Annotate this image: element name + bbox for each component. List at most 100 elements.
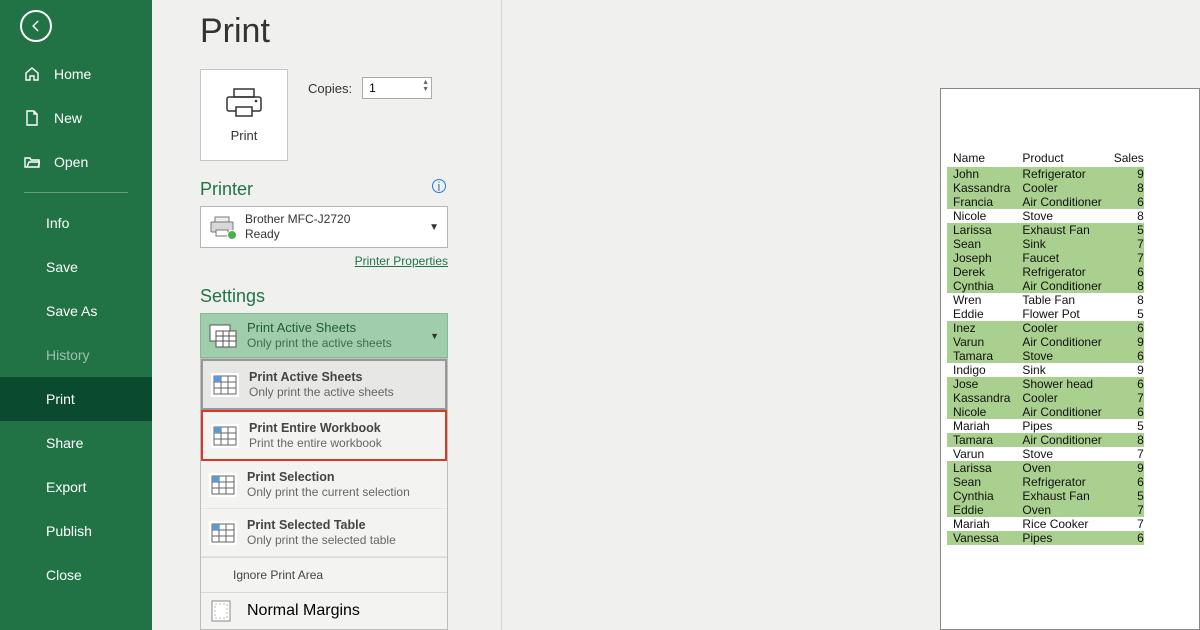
print-button-label: Print (231, 128, 258, 143)
option-title: Print Active Sheets (249, 369, 394, 385)
print-button[interactable]: Print (200, 69, 288, 161)
preview-row: TamaraStove6 (947, 349, 1144, 363)
print-what-selected-title: Print Active Sheets (247, 320, 392, 336)
preview-row: EddieOven7 (947, 503, 1144, 517)
preview-table: NameProductSales JohnRefrigerator9Kassan… (947, 149, 1144, 545)
preview-header: Product (1016, 149, 1107, 167)
preview-row: KassandraCooler7 (947, 391, 1144, 405)
sidebar-item-label: Close (46, 567, 82, 583)
print-what-option-print-active-sheets[interactable]: Print Active SheetsOnly print the active… (201, 359, 447, 410)
print-what-option-print-selection[interactable]: Print SelectionOnly print the current se… (201, 461, 447, 509)
preview-row: KassandraCooler8 (947, 181, 1144, 195)
sidebar-item-share[interactable]: Share (0, 421, 152, 465)
preview-row: SeanSink7 (947, 237, 1144, 251)
backstage-sidebar: Home New Open Info Save Save As History Print S… (0, 0, 152, 630)
open-icon (24, 154, 40, 170)
sidebar-item-label: Save As (46, 303, 97, 319)
arrow-left-icon (29, 19, 43, 33)
sidebar-item-publish[interactable]: Publish (0, 509, 152, 553)
preview-row: CynthiaExhaust Fan5 (947, 489, 1144, 503)
preview-row: TamaraAir Conditioner8 (947, 433, 1144, 447)
sidebar-item-label: Publish (46, 523, 92, 539)
preview-row: MariahRice Cooker7 (947, 517, 1144, 531)
print-what-dropdown[interactable]: Print Active Sheets Only print the activ… (200, 313, 448, 358)
sidebar-item-label: Print (46, 391, 75, 407)
option-title: Print Selected Table (247, 517, 396, 533)
sidebar-item-print[interactable]: Print (0, 377, 152, 421)
sidebar-item-label: History (46, 347, 90, 363)
sidebar-item-label: Save (46, 259, 78, 275)
printer-icon (224, 88, 264, 118)
preview-row: VarunAir Conditioner9 (947, 335, 1144, 349)
new-icon (24, 110, 40, 126)
sidebar-item-label: Home (54, 66, 91, 82)
sidebar-item-new[interactable]: New (0, 96, 152, 140)
preview-row: EddieFlower Pot5 (947, 307, 1144, 321)
printer-properties-link[interactable]: Printer Properties (200, 254, 448, 268)
copies-value: 1 (369, 81, 376, 95)
preview-row: IndigoSink9 (947, 363, 1144, 377)
sheets-icon (209, 324, 237, 348)
printer-device-icon (209, 216, 235, 238)
sidebar-item-save[interactable]: Save (0, 245, 152, 289)
preview-row: NicoleAir Conditioner6 (947, 405, 1144, 419)
option-title: Print Entire Workbook (249, 420, 382, 436)
preview-row: DerekRefrigerator6 (947, 265, 1144, 279)
printer-name: Brother MFC-J2720 (245, 212, 350, 227)
preview-row: MariahPipes5 (947, 419, 1144, 433)
preview-row: VanessaPipes6 (947, 531, 1144, 545)
sidebar-item-label: Open (54, 154, 88, 170)
preview-row: SeanRefrigerator6 (947, 475, 1144, 489)
preview-row: JohnRefrigerator9 (947, 167, 1144, 181)
margins-label: Normal Margins (247, 602, 360, 620)
sidebar-item-export[interactable]: Export (0, 465, 152, 509)
page-title: Print (200, 12, 1152, 51)
back-button[interactable] (20, 10, 52, 42)
preview-row: NicoleStove8 (947, 209, 1144, 223)
chevron-down-icon: ▼ (430, 331, 439, 341)
preview-row: InezCooler6 (947, 321, 1144, 335)
sidebar-item-label: New (54, 110, 82, 126)
margins-item-partial[interactable]: Normal Margins (201, 592, 447, 629)
sidebar-item-save-as[interactable]: Save As (0, 289, 152, 333)
sidebar-item-label: Export (46, 479, 86, 495)
print-what-option-print-entire-workbook[interactable]: Print Entire WorkbookPrint the entire wo… (201, 410, 447, 461)
sheets-icon (209, 521, 237, 545)
sidebar-item-close[interactable]: Close (0, 553, 152, 597)
option-title: Print Selection (247, 469, 410, 485)
copies-input[interactable]: 1 ▲▼ (362, 77, 432, 99)
preview-row: FranciaAir Conditioner6 (947, 195, 1144, 209)
preview-row: CynthiaAir Conditioner8 (947, 279, 1144, 293)
printer-section-title: Printer (200, 179, 448, 200)
sheets-icon (211, 424, 239, 448)
print-what-menu: Print Active SheetsOnly print the active… (200, 358, 448, 630)
preview-header: Name (947, 149, 1016, 167)
copies-label: Copies: (308, 81, 352, 96)
sidebar-item-history: History (0, 333, 152, 377)
sidebar-item-info[interactable]: Info (0, 201, 152, 245)
chevron-down-icon: ▼ (429, 222, 439, 233)
option-sub: Print the entire workbook (249, 436, 382, 451)
sidebar-item-label: Info (46, 215, 69, 231)
printer-status: Ready (245, 227, 350, 242)
copies-spinner[interactable]: ▲▼ (422, 79, 429, 93)
preview-row: JoseShower head6 (947, 377, 1144, 391)
printer-selector[interactable]: Brother MFC-J2720 Ready ▼ (200, 206, 448, 248)
vertical-divider (501, 0, 502, 630)
printer-status-ok-icon (227, 230, 237, 240)
option-sub: Only print the selected table (247, 533, 396, 548)
sheets-icon (211, 373, 239, 397)
preview-row: WrenTable Fan8 (947, 293, 1144, 307)
home-icon (24, 66, 40, 82)
ignore-print-area-item[interactable]: Ignore Print Area (201, 557, 447, 592)
sidebar-item-label: Share (46, 435, 83, 451)
preview-row: LarissaOven9 (947, 461, 1144, 475)
print-what-option-print-selected-table[interactable]: Print Selected TableOnly print the selec… (201, 509, 447, 557)
sidebar-item-home[interactable]: Home (0, 52, 152, 96)
margins-icon (209, 599, 237, 623)
preview-row: LarissaExhaust Fan5 (947, 223, 1144, 237)
option-sub: Only print the active sheets (249, 385, 394, 400)
option-sub: Only print the current selection (247, 485, 410, 500)
info-icon[interactable]: i (432, 179, 446, 193)
sidebar-item-open[interactable]: Open (0, 140, 152, 184)
